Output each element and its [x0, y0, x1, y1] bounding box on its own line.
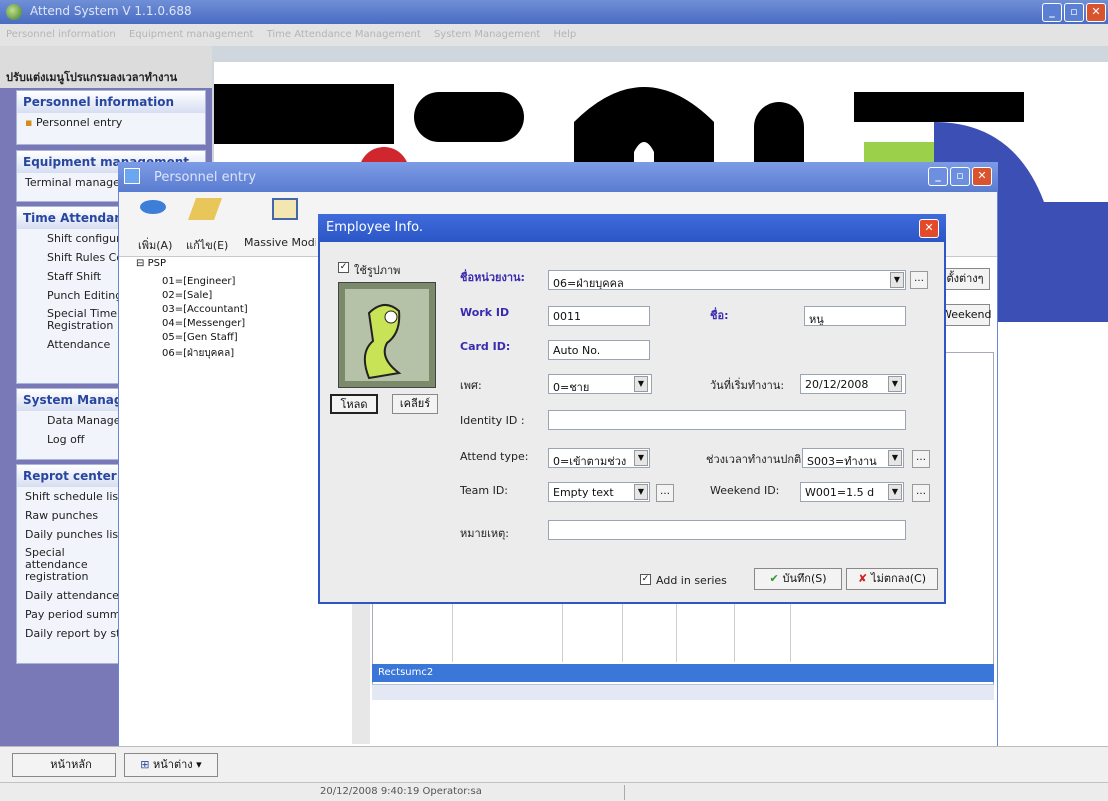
- identity-label: Identity ID :: [460, 414, 525, 427]
- save-label: บันทึก(S): [782, 572, 827, 585]
- add-button[interactable]: เพิ่ม(A): [138, 236, 172, 254]
- personnel-minimize-button[interactable]: _: [928, 167, 948, 186]
- chevron-down-icon[interactable]: ▼: [634, 450, 648, 466]
- tree-item[interactable]: 02=[Sale]: [162, 290, 212, 301]
- dept-label: ชื่อหน่วยงาน:: [460, 271, 525, 284]
- use-photo-label: ใช้รูปภาพ: [354, 264, 401, 277]
- maximize-button[interactable]: ▫: [1064, 3, 1084, 22]
- left-panel-header: ปรับแต่งเมนูโปรแกรมลงเวลาทำงาน: [0, 46, 212, 88]
- personnel-close-button[interactable]: ✕: [972, 167, 992, 186]
- nav-personnel-entry[interactable]: ▪ Personnel entry: [17, 113, 205, 132]
- weekend-label: Weekend ID:: [710, 484, 780, 497]
- check-icon: ✔: [769, 572, 783, 585]
- menu-bar: Personnel information Equipment manageme…: [0, 24, 1108, 46]
- nav-special-attendance[interactable]: Special attendance registration: [17, 544, 127, 586]
- dept-select[interactable]: 06=ฝ่ายบุคคล: [548, 270, 906, 290]
- attend-type-label: Attend type:: [460, 450, 529, 463]
- name-label: ชื่อ:: [710, 309, 729, 322]
- chevron-down-icon[interactable]: ▼: [890, 272, 904, 288]
- dialog-title: Employee Info.: [326, 220, 424, 235]
- load-photo-button[interactable]: โหลด: [330, 394, 378, 414]
- personnel-maximize-button[interactable]: ▫: [950, 167, 970, 186]
- sex-label: เพศ:: [460, 379, 482, 392]
- status-divider: [624, 785, 625, 800]
- home-button[interactable]: หน้าหลัก: [12, 753, 116, 777]
- photo-drawing: [345, 289, 429, 381]
- home-label: หน้าหลัก: [50, 758, 92, 771]
- tree-root[interactable]: ⊟ PSP: [136, 258, 166, 269]
- add-in-series-label: Add in series: [656, 574, 727, 587]
- chevron-down-icon[interactable]: ▼: [888, 484, 902, 500]
- chevron-down-icon[interactable]: ▼: [634, 484, 648, 500]
- weekend-button[interactable]: Weekend: [940, 304, 991, 326]
- x-icon: ✘: [857, 572, 872, 585]
- menu-equipment[interactable]: Equipment management: [129, 29, 253, 40]
- massive-modify-icon: [272, 198, 298, 220]
- window-menu-button[interactable]: ⊞ หน้าต่าง ▾: [124, 753, 218, 777]
- user-icon: ▪: [25, 116, 36, 129]
- cancel-label: ไม่ตกลง(C): [871, 572, 926, 585]
- massive-modify-button[interactable]: Massive Modify: [244, 236, 316, 249]
- window-grid-icon: ⊞: [140, 758, 154, 771]
- app-icon: [6, 4, 22, 20]
- dept-browse-button[interactable]: …: [910, 271, 928, 289]
- grid-summary-row: Rectsumc2: [372, 664, 994, 682]
- settings-button[interactable]: ตั้งต่างๆ: [940, 268, 990, 290]
- menu-personnel[interactable]: Personnel information: [6, 29, 116, 40]
- section-personnel: Personnel information ▪ Personnel entry: [16, 90, 206, 145]
- workid-label: Work ID: [460, 306, 510, 319]
- weekend-browse-button[interactable]: …: [912, 484, 930, 502]
- chevron-down-icon[interactable]: ▼: [888, 450, 902, 466]
- nav-label: Personnel entry: [35, 116, 123, 129]
- team-browse-button[interactable]: …: [656, 484, 674, 502]
- menu-time-attendance[interactable]: Time Attendance Management: [267, 29, 421, 40]
- save-button[interactable]: ✔ บันทึก(S): [754, 568, 842, 590]
- grid-horizontal-scrollbar[interactable]: [372, 684, 994, 700]
- shift-browse-button[interactable]: …: [912, 450, 930, 468]
- window-icon: [124, 168, 140, 184]
- tree-item[interactable]: 05=[Gen Staff]: [162, 332, 238, 343]
- personnel-window-title-bar: Personnel entry: [118, 162, 998, 192]
- start-date-label: วันที่เริ่มทำงาน:: [710, 379, 785, 392]
- tree-item[interactable]: 06=[ฝ่ายบุคคล]: [162, 346, 234, 361]
- team-label: Team ID:: [460, 484, 508, 497]
- section-personnel-title[interactable]: Personnel information: [17, 91, 205, 113]
- workid-input[interactable]: 0011: [548, 306, 650, 326]
- remark-label: หมายเหตุ:: [460, 527, 509, 540]
- chevron-down-icon[interactable]: ▼: [888, 376, 902, 392]
- dialog-title-bar: Employee Info.: [318, 214, 946, 242]
- department-tree: ⊟ PSP 01=[Engineer] 02=[Sale] 03=[Accoun…: [130, 258, 350, 744]
- menu-help[interactable]: Help: [553, 29, 576, 40]
- employee-photo: [338, 282, 436, 388]
- identity-input[interactable]: [548, 410, 906, 430]
- window-label: หน้าต่าง: [153, 758, 193, 771]
- use-photo-checkbox[interactable]: ✓: [338, 262, 349, 273]
- chevron-down-icon[interactable]: ▼: [634, 376, 648, 392]
- app-title: Attend System V 1.1.0.688: [30, 4, 192, 18]
- add-in-series-checkbox[interactable]: ✓: [640, 574, 651, 585]
- app-title-bar: Attend System V 1.1.0.688: [0, 0, 1108, 24]
- tree-item[interactable]: 03=[Accountant]: [162, 304, 248, 315]
- cardid-input[interactable]: Auto No.: [548, 340, 650, 360]
- nav-special-time[interactable]: Special Time Registration: [17, 305, 127, 335]
- name-input[interactable]: หนู: [804, 306, 906, 326]
- minimize-button[interactable]: _: [1042, 3, 1062, 22]
- cardid-label: Card ID:: [460, 340, 511, 353]
- edit-button[interactable]: แก้ไข(E): [186, 236, 228, 254]
- tree-item[interactable]: 04=[Messenger]: [162, 318, 245, 329]
- menu-system[interactable]: System Management: [434, 29, 540, 40]
- status-bar: 20/12/2008 9:40:19 Operator:sa: [0, 782, 1108, 801]
- cancel-button[interactable]: ✘ ไม่ตกลง(C): [846, 568, 938, 590]
- add-icon: [140, 200, 166, 214]
- tree-item[interactable]: 01=[Engineer]: [162, 276, 235, 287]
- personnel-window-title: Personnel entry: [154, 170, 257, 185]
- shift-label: ช่วงเวลาทำงานปกติ: [706, 453, 802, 466]
- tree-root-label: PSP: [147, 258, 166, 269]
- dialog-close-button[interactable]: ✕: [919, 219, 939, 238]
- status-text: 20/12/2008 9:40:19 Operator:sa: [320, 786, 482, 797]
- close-button[interactable]: ✕: [1086, 3, 1106, 22]
- remark-input[interactable]: [548, 520, 906, 540]
- clear-photo-button[interactable]: เคลียร์: [392, 394, 438, 414]
